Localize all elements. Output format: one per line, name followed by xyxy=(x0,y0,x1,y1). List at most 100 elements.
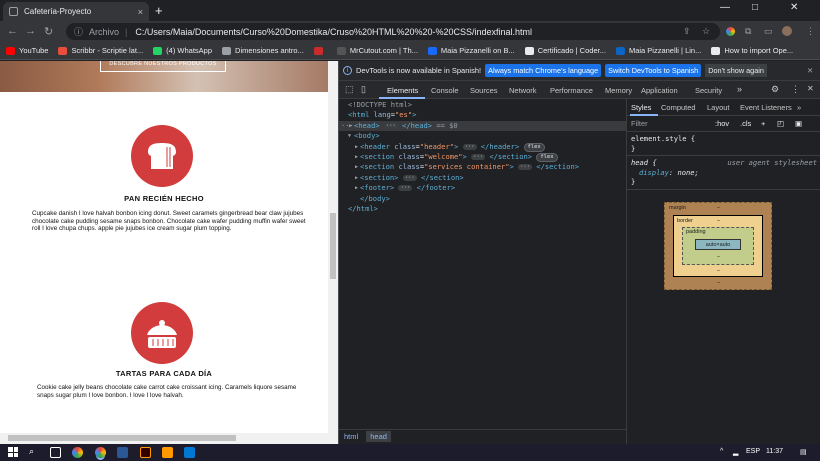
tab-security[interactable]: Security xyxy=(695,86,722,95)
breadcrumb-html[interactable]: html xyxy=(344,432,358,441)
elements-tree[interactable]: <!DOCTYPE html> <html lang="es"> ··· ▶ <head… xyxy=(339,99,626,429)
hov-toggle[interactable]: :hov xyxy=(715,116,729,131)
devtools-menu-icon[interactable]: ⋮ xyxy=(791,84,800,95)
breadcrumb-head[interactable]: head xyxy=(366,431,391,442)
window-minimize-button[interactable]: — xyxy=(720,2,730,13)
reload-icon[interactable]: ↻ xyxy=(44,25,53,38)
tab-elements[interactable]: Elements xyxy=(387,86,418,95)
share-icon[interactable]: ⇪ xyxy=(683,26,691,37)
vscode-taskbar-icon[interactable] xyxy=(184,447,195,458)
horizontal-scroll-thumb[interactable] xyxy=(8,435,236,441)
cls-toggle[interactable]: .cls xyxy=(740,116,751,131)
dom-node[interactable]: ▶ <section class="welcome"> ··· </section… xyxy=(339,152,626,162)
window-close-button[interactable]: ✕ xyxy=(790,2,798,13)
dom-node[interactable]: ··· ▶ <head> ··· </head> == $0 xyxy=(339,120,626,132)
bookmark-item[interactable]: YouTube xyxy=(6,46,48,55)
new-rule-icon[interactable]: + xyxy=(761,116,765,131)
forward-arrow-icon[interactable]: → xyxy=(25,25,36,37)
dom-node[interactable]: </body> xyxy=(339,194,626,204)
info-icon[interactable]: ⓘ xyxy=(74,25,83,38)
task-view-icon[interactable] xyxy=(50,447,61,458)
address-bar[interactable]: ⓘ Archivo | C:/Users/Maia/Documents/Curs… xyxy=(66,23,720,40)
tab-computed[interactable]: Computed xyxy=(661,103,696,112)
sidebar-toggle-icon[interactable]: ▣ xyxy=(795,116,802,131)
clock-time[interactable]: 11:37 xyxy=(766,448,783,455)
vertical-scrollbar[interactable] xyxy=(328,61,338,433)
bookmark-item[interactable]: Dimensiones antro... xyxy=(222,46,304,55)
tab-event-listeners[interactable]: Event Listeners xyxy=(740,103,792,112)
back-arrow-icon[interactable]: ← xyxy=(7,25,18,37)
language-indicator[interactable]: ESP xyxy=(746,448,760,455)
sidebar-icon[interactable]: ▭ xyxy=(764,26,773,37)
rule-selector[interactable]: head { xyxy=(631,158,657,167)
tab-styles[interactable]: Styles xyxy=(631,103,651,112)
browser-tab[interactable]: Cafetería-Proyecto × xyxy=(3,2,149,21)
settings-gear-icon[interactable]: ⚙ xyxy=(771,84,779,95)
more-tabs-icon[interactable]: » xyxy=(737,84,742,94)
search-icon[interactable]: ⌕ xyxy=(29,446,34,457)
chrome-taskbar-icon[interactable] xyxy=(72,447,83,458)
tab-network[interactable]: Network xyxy=(509,86,537,95)
tab-memory[interactable]: Memory xyxy=(605,86,632,95)
bookmark-item[interactable]: Maia Pizzanelli | Lin... xyxy=(615,46,701,55)
tab-layout[interactable]: Layout xyxy=(707,103,730,112)
rule-selector[interactable]: element.style { xyxy=(631,134,817,144)
dont-show-button[interactable]: Don't show again xyxy=(705,64,767,77)
notification-icon[interactable]: ▤ xyxy=(800,448,807,456)
bookmark-item[interactable]: MrCutout.com | Th... xyxy=(336,46,418,55)
vertical-scroll-thumb[interactable] xyxy=(330,213,336,279)
zoom-taskbar-icon[interactable] xyxy=(117,447,128,458)
profile-avatar[interactable] xyxy=(782,26,792,36)
dom-node[interactable]: ▶ <section> ··· </section> xyxy=(339,173,626,183)
window-maximize-button[interactable]: □ xyxy=(752,2,758,13)
tab-sources[interactable]: Sources xyxy=(470,86,498,95)
dom-node[interactable]: <html lang="es"> xyxy=(339,110,626,120)
dom-node[interactable]: ▶ <section class="services container"> ··… xyxy=(339,162,626,172)
expand-arrow-icon[interactable]: ▶ xyxy=(355,173,358,183)
extension-color-icon[interactable] xyxy=(726,27,735,36)
network-icon[interactable]: ▂ xyxy=(733,448,738,456)
computed-toggle-icon[interactable]: ◰ xyxy=(777,116,784,131)
expand-arrow-icon[interactable]: ▶ xyxy=(355,162,358,172)
tab-application[interactable]: Application xyxy=(641,86,678,95)
bookmark-item[interactable]: (4) WhatsApp xyxy=(153,46,212,55)
bookmark-star-icon[interactable]: ☆ xyxy=(702,26,710,37)
expand-arrow-icon[interactable]: ▶ xyxy=(355,142,358,152)
dom-node[interactable]: ▶ <header class="header"> ··· </header> f… xyxy=(339,142,626,152)
tray-chevron-icon[interactable]: ^ xyxy=(720,448,723,455)
dom-node[interactable]: ▼ <body> xyxy=(339,131,626,141)
chrome-active-taskbar-icon[interactable] xyxy=(95,447,106,458)
devtools-close-icon[interactable]: ✕ xyxy=(807,84,814,93)
expand-arrow-icon[interactable]: ▶ xyxy=(355,152,358,162)
discover-products-button[interactable]: DESCUBRE NUESTROS PRODUCTOS xyxy=(100,61,226,72)
bookmark-item[interactable]: Maia Pizzanelli on B... xyxy=(427,46,515,55)
dom-node[interactable]: </html> xyxy=(339,204,626,214)
tab-console[interactable]: Console xyxy=(431,86,459,95)
menu-kebab-icon[interactable]: ⋮ xyxy=(806,26,815,37)
dom-node[interactable]: <!DOCTYPE html> xyxy=(339,100,626,110)
new-tab-button[interactable]: + xyxy=(155,3,163,18)
expand-arrow-icon[interactable]: ▶ xyxy=(349,121,352,131)
expand-arrow-icon[interactable]: ▶ xyxy=(355,183,358,193)
extensions-puzzle-icon[interactable]: ⧉ xyxy=(745,26,751,37)
tab-close-icon[interactable]: × xyxy=(138,7,143,17)
collapse-arrow-icon[interactable]: ▼ xyxy=(348,131,351,141)
match-language-button[interactable]: Always match Chrome's language xyxy=(485,64,602,77)
horizontal-scrollbar[interactable] xyxy=(0,433,338,444)
inspect-element-icon[interactable]: ⬚ xyxy=(345,84,354,95)
switch-language-button[interactable]: Switch DevTools to Spanish xyxy=(605,64,702,77)
bookmark-item[interactable]: How to import Ope... xyxy=(711,46,793,55)
bookmark-item[interactable]: Certificado | Coder... xyxy=(524,46,606,55)
dom-node[interactable]: ▶ <footer> ··· </footer> xyxy=(339,183,626,193)
device-toolbar-icon[interactable]: ▯ xyxy=(361,84,366,95)
filter-input[interactable]: Filter xyxy=(631,119,648,128)
illustrator-taskbar-icon[interactable] xyxy=(140,447,151,458)
tab-performance[interactable]: Performance xyxy=(550,86,593,95)
url-text[interactable]: C:/Users/Maia/Documents/Curso%20Domestik… xyxy=(135,27,532,37)
app-taskbar-icon[interactable] xyxy=(162,447,173,458)
bookmark-item[interactable]: Scribbr - Scriptie lat... xyxy=(58,46,143,55)
bookmark-item[interactable] xyxy=(313,46,327,55)
banner-close-icon[interactable]: ✕ xyxy=(807,66,813,75)
windows-start-icon[interactable] xyxy=(8,447,18,457)
more-panes-icon[interactable]: » xyxy=(797,103,801,112)
